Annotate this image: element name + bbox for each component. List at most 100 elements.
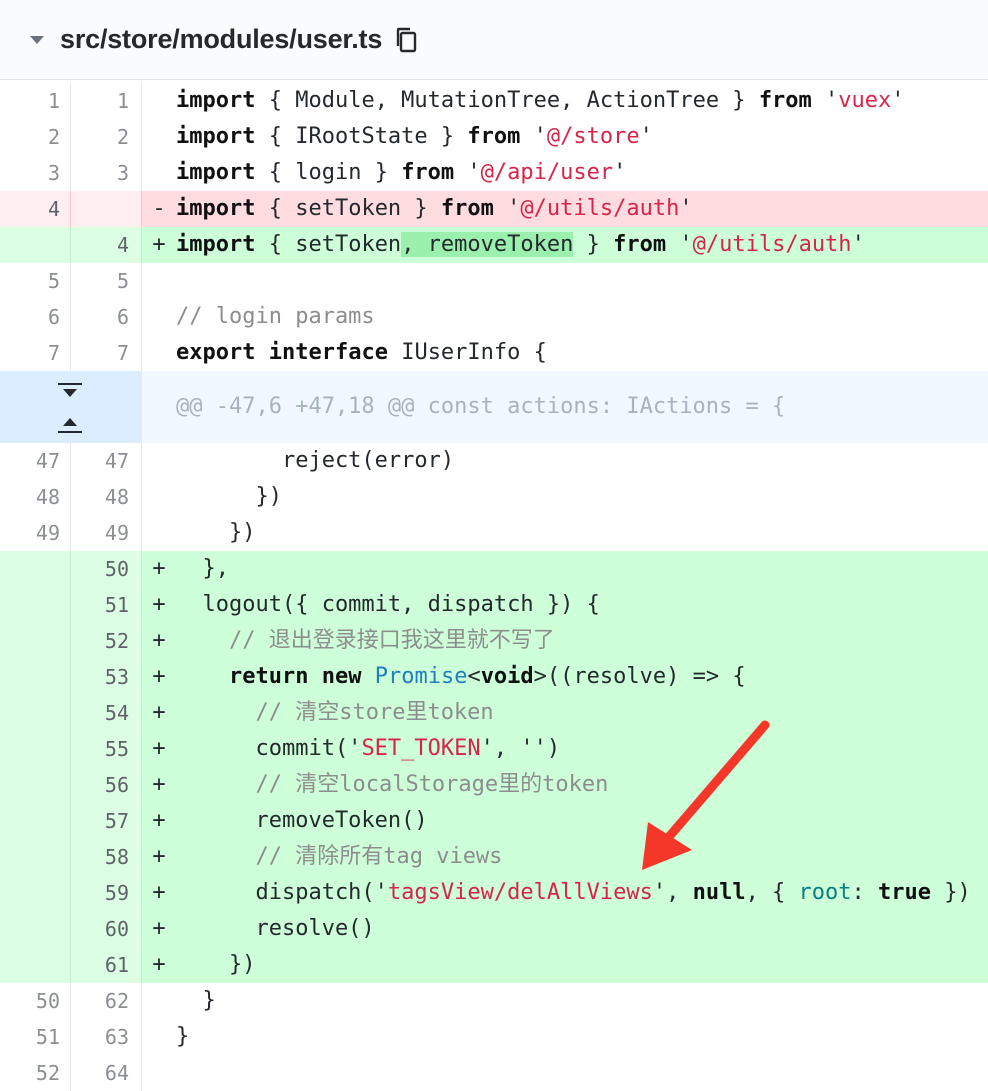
code-token: import bbox=[176, 196, 256, 221]
diff-marker: + bbox=[152, 880, 166, 905]
code-token: { Module, MutationTree, ActionTree } bbox=[255, 88, 759, 113]
new-line-number[interactable]: 57 bbox=[71, 803, 142, 839]
code-token: dispatch(' bbox=[176, 880, 388, 905]
diff-line: 52 64 bbox=[0, 1055, 988, 1091]
diff-line: 22 import { IRootState } from '@/store' bbox=[0, 119, 988, 155]
diff-line: 4 - import { setToken } from '@/utils/auth… bbox=[0, 191, 988, 227]
old-line-number[interactable] bbox=[0, 623, 71, 659]
new-line-number[interactable]: 52 bbox=[71, 623, 142, 659]
code-token: < bbox=[467, 664, 481, 689]
old-line-number[interactable] bbox=[0, 911, 71, 947]
new-line-number[interactable]: 54 bbox=[71, 695, 142, 731]
new-line-number[interactable]: 49 bbox=[71, 515, 142, 551]
diff-line: 4 + import { setToken, removeToken } from … bbox=[0, 227, 988, 263]
expand-down-icon[interactable] bbox=[50, 377, 90, 407]
old-line-number[interactable] bbox=[0, 803, 71, 839]
new-line-number[interactable]: 7 bbox=[71, 335, 142, 371]
triangle-down-icon[interactable] bbox=[28, 31, 46, 49]
old-line-number[interactable]: 52 bbox=[0, 1055, 71, 1091]
new-line-number[interactable]: 60 bbox=[71, 911, 142, 947]
file-path[interactable]: src/store/modules/user.ts bbox=[60, 24, 382, 55]
code-line: + removeToken() bbox=[142, 803, 988, 839]
old-line-number[interactable] bbox=[0, 731, 71, 767]
code-token: { setToken bbox=[255, 232, 402, 257]
new-line-number[interactable]: 47 bbox=[71, 443, 142, 479]
code-token: } bbox=[176, 988, 216, 1013]
old-line-number[interactable]: 48 bbox=[0, 479, 71, 515]
new-line-number[interactable]: 6 bbox=[71, 299, 142, 335]
code-token: @/utils/auth bbox=[520, 196, 680, 221]
code-token: IUserInfo { bbox=[387, 340, 547, 365]
new-line-number[interactable] bbox=[71, 191, 142, 227]
diff-line: 61 + }) bbox=[0, 947, 988, 983]
code-token: new bbox=[321, 664, 362, 689]
new-line-number[interactable]: 58 bbox=[71, 839, 142, 875]
new-line-number[interactable]: 61 bbox=[71, 947, 142, 983]
old-line-number[interactable]: 47 bbox=[0, 443, 71, 479]
diff-marker: + bbox=[152, 772, 166, 797]
new-line-number[interactable]: 51 bbox=[71, 587, 142, 623]
code-token: import bbox=[176, 124, 256, 149]
new-line-number[interactable]: 5 bbox=[71, 263, 142, 299]
code-token: @/utils/auth bbox=[692, 232, 852, 257]
code-token: import bbox=[176, 160, 256, 185]
code-token: , { bbox=[745, 880, 799, 905]
old-line-number[interactable]: 6 bbox=[0, 299, 71, 335]
old-line-number[interactable]: 49 bbox=[0, 515, 71, 551]
old-line-number[interactable] bbox=[0, 659, 71, 695]
old-line-number[interactable]: 5 bbox=[0, 263, 71, 299]
code-token: from bbox=[467, 124, 521, 149]
old-line-number[interactable] bbox=[0, 227, 71, 263]
code-token: import bbox=[176, 88, 256, 113]
old-line-number[interactable]: 4 bbox=[0, 191, 71, 227]
old-line-number[interactable]: 3 bbox=[0, 155, 71, 191]
code-line: + // 清除所有tag views bbox=[142, 839, 988, 875]
code-token: from bbox=[401, 160, 455, 185]
old-line-number[interactable]: 1 bbox=[0, 83, 71, 119]
code-line: } bbox=[142, 1019, 988, 1055]
old-line-number[interactable] bbox=[0, 695, 71, 731]
new-line-number[interactable]: 59 bbox=[71, 875, 142, 911]
code-token: ' bbox=[613, 160, 627, 185]
old-line-number[interactable] bbox=[0, 839, 71, 875]
old-line-number[interactable]: 2 bbox=[0, 119, 71, 155]
diff-table: 11 import { Module, MutationTree, Action… bbox=[0, 83, 988, 1091]
old-line-number[interactable] bbox=[0, 947, 71, 983]
new-line-number[interactable]: 63 bbox=[71, 1019, 142, 1055]
old-line-number[interactable]: 50 bbox=[0, 983, 71, 1019]
code-line: + dispatch('tagsView/delAllViews', null,… bbox=[142, 875, 988, 911]
new-line-number[interactable]: 1 bbox=[71, 83, 142, 119]
new-line-number[interactable]: 53 bbox=[71, 659, 142, 695]
new-line-number[interactable]: 50 bbox=[71, 551, 142, 587]
diff-line: 51 63 } bbox=[0, 1019, 988, 1055]
new-line-number[interactable]: 64 bbox=[71, 1055, 142, 1091]
diff-line: 55 + commit('SET_TOKEN', '') bbox=[0, 731, 988, 767]
diff-marker bbox=[142, 335, 176, 371]
code-line bbox=[142, 1055, 988, 1091]
new-line-number[interactable]: 2 bbox=[71, 119, 142, 155]
old-line-number[interactable] bbox=[0, 767, 71, 803]
old-line-number[interactable] bbox=[0, 587, 71, 623]
expand-up-icon[interactable] bbox=[50, 409, 90, 439]
new-line-number[interactable]: 55 bbox=[71, 731, 142, 767]
code-line: + commit('SET_TOKEN', '') bbox=[142, 731, 988, 767]
code-token: from bbox=[440, 196, 494, 221]
new-line-number[interactable]: 48 bbox=[71, 479, 142, 515]
code-token: ', '') bbox=[480, 736, 561, 761]
code-line: export interface IUserInfo { bbox=[142, 335, 988, 371]
old-line-number[interactable]: 7 bbox=[0, 335, 71, 371]
old-line-number[interactable] bbox=[0, 551, 71, 587]
new-line-number[interactable]: 4 bbox=[71, 227, 142, 263]
code-line: }) bbox=[142, 515, 988, 551]
code-token: return bbox=[228, 664, 309, 689]
copy-icon[interactable] bbox=[392, 25, 420, 55]
diff-line: 55 bbox=[0, 263, 988, 299]
old-line-number[interactable]: 51 bbox=[0, 1019, 71, 1055]
old-line-number[interactable] bbox=[0, 875, 71, 911]
code-token: null bbox=[692, 880, 746, 905]
new-line-number[interactable]: 62 bbox=[71, 983, 142, 1019]
new-line-number[interactable]: 3 bbox=[71, 155, 142, 191]
new-line-number[interactable]: 56 bbox=[71, 767, 142, 803]
code-line: + import { setToken, removeToken } from '… bbox=[142, 227, 988, 263]
